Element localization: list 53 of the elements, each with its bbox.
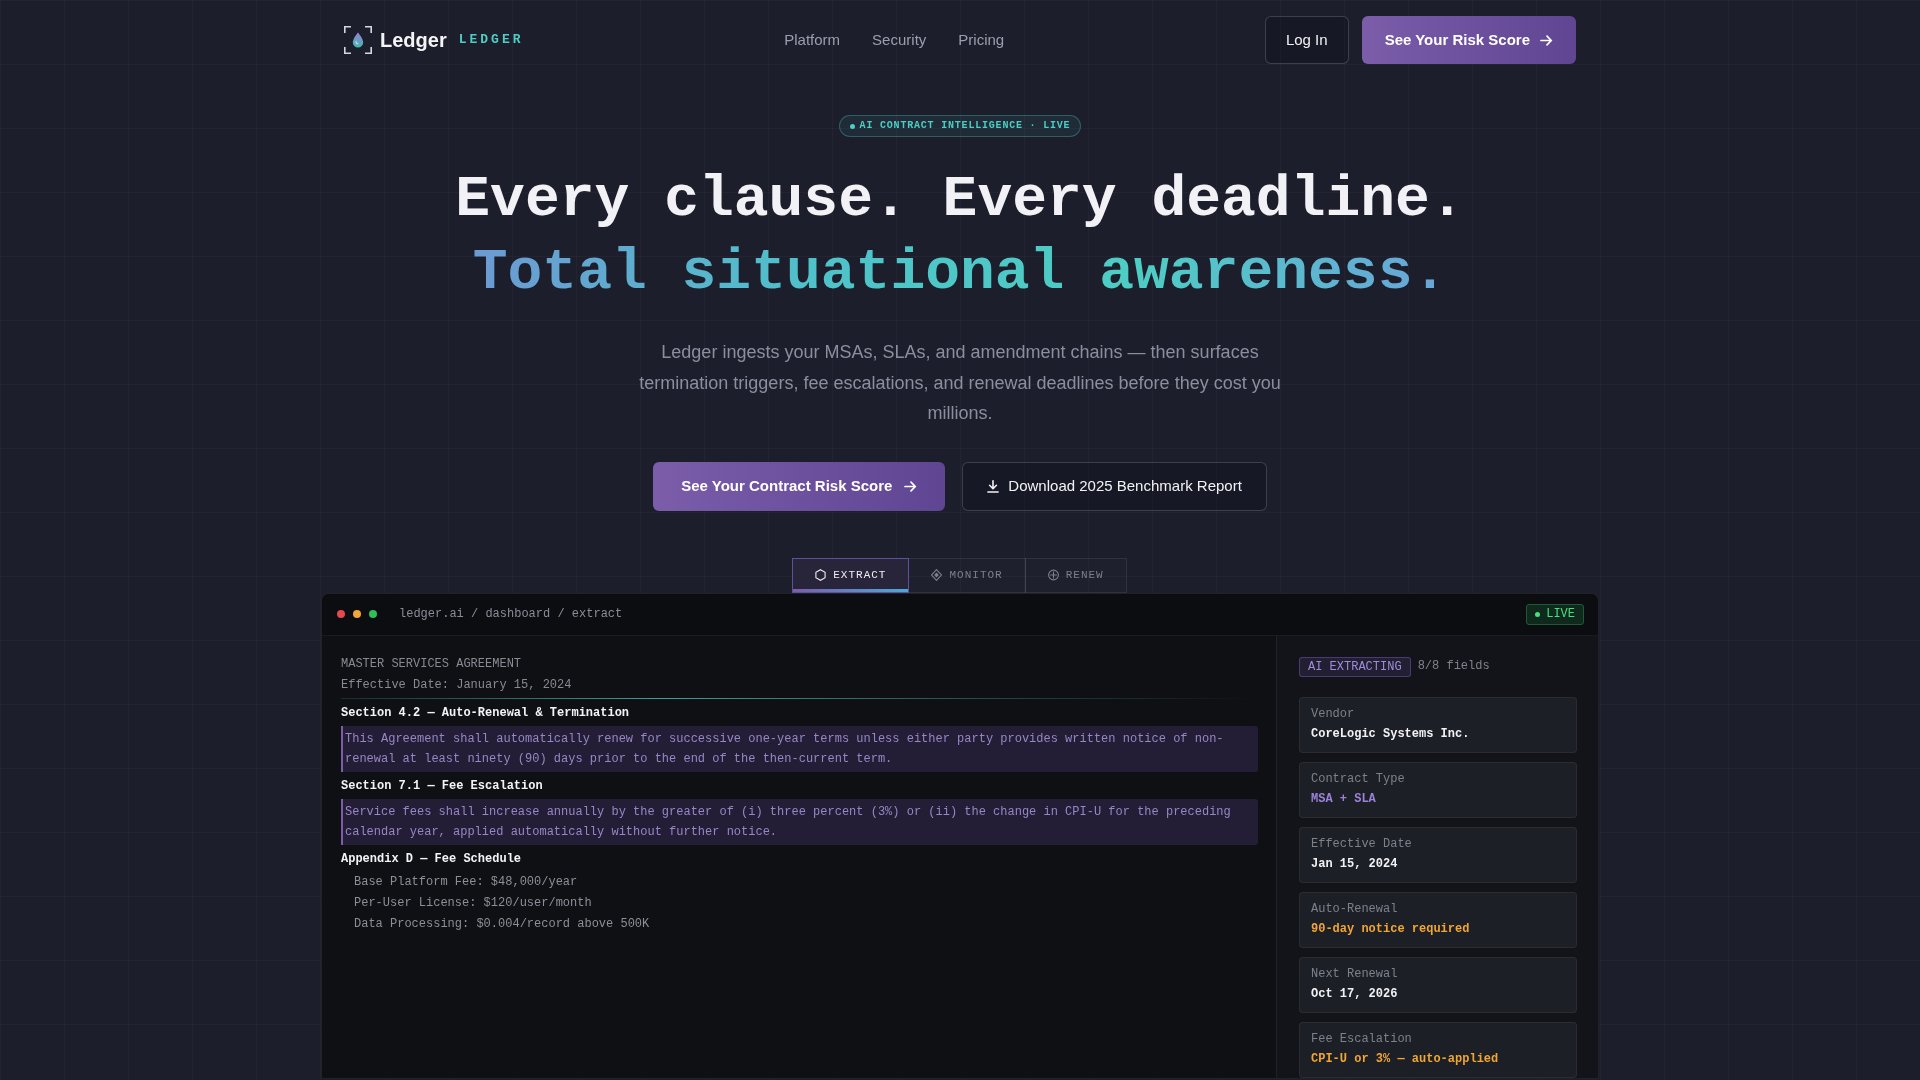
document-date: Effective Date: January 15, 2024 [341, 676, 573, 694]
document-title: MASTER SERVICES AGREEMENT [341, 655, 523, 673]
field-value: CoreLogic Systems Inc. [1311, 725, 1470, 743]
field-count: 8/8 fields [1417, 659, 1490, 675]
window-dot-icon [369, 610, 377, 619]
field-value: Jan 15, 2024 [1311, 855, 1398, 873]
view-tab[interactable]: EXTRACT [792, 557, 910, 593]
nav-link[interactable]: Platform [784, 31, 841, 49]
extraction-status: AI EXTRACTING [1299, 656, 1411, 677]
highlighted-clause: Service fees shall increase annually by the greater of (i) three percent (3%) or (ii) the change in CPI-U for the preceding calendar year, applied automatically without further notice. [341, 798, 1258, 845]
field-value: CPI-U or 3% — auto-applied [1311, 1050, 1499, 1068]
section-heading: Section 7.1 — Fee Escalation [341, 777, 544, 795]
brand-name[interactable]: Ledger [380, 28, 447, 52]
field-label: Contract Type [1311, 770, 1405, 788]
field-value: MSA + SLA [1311, 790, 1376, 808]
brand-tagline: LEDGER [458, 32, 524, 48]
announcement-text: AI CONTRACT INTELLIGENCE · LIVE [859, 120, 1071, 132]
fee-line: Base Platform Fee: $48,000/year [353, 873, 579, 891]
nav-link[interactable]: Security [872, 31, 927, 49]
fee-line: Data Processing: $0.004/record above 500K [353, 915, 651, 933]
hexagon-icon [815, 569, 827, 582]
field-label: Fee Escalation [1311, 1030, 1412, 1048]
status-dot-icon [1535, 611, 1541, 617]
risk-score-button[interactable]: See Your Risk Score [1361, 16, 1576, 64]
headline: Every clause. Every deadline. [455, 166, 1465, 234]
section-heading: Section 4.2 — Auto-Renewal & Termination [341, 704, 631, 722]
view-tab[interactable]: MONITOR [908, 557, 1026, 593]
status-dot-icon [849, 123, 855, 129]
window-dot-icon [337, 610, 345, 619]
highlighted-clause: This Agreement shall automatically renew for successive one-year terms unless either party provides written notice of non-renewal at least ninety (90) days prior to the end of the then-current term. [341, 725, 1258, 772]
field-value: 90-day notice required [1311, 920, 1470, 938]
download-report-button[interactable]: Download 2025 Benchmark Report [962, 461, 1267, 511]
window-dot-icon [353, 610, 361, 619]
droplet-logo-icon[interactable] [344, 26, 372, 54]
nav-link[interactable]: Pricing [958, 31, 1005, 49]
breadcrumb-path: ledger.ai / dashboard / extract [399, 606, 623, 622]
field-label: Vendor [1311, 705, 1355, 723]
arrow-right-icon [904, 479, 918, 493]
section-heading: Appendix D — Fee Schedule [341, 850, 523, 868]
field-label: Auto-Renewal [1311, 900, 1398, 918]
field-value: Oct 17, 2026 [1311, 985, 1398, 1003]
arrow-right-icon [1540, 33, 1553, 47]
diamond-icon [931, 569, 943, 582]
field-label: Effective Date [1311, 835, 1412, 853]
field-label: Next Renewal [1311, 965, 1398, 983]
download-icon [987, 479, 1000, 493]
login-button[interactable]: Log In [1264, 16, 1349, 64]
circle-plus-icon [1047, 569, 1059, 582]
view-tab[interactable]: RENEW [1024, 557, 1127, 593]
fee-line: Per-User License: $120/user/month [353, 894, 593, 912]
live-label: LIVE [1546, 607, 1575, 622]
risk-score-button[interactable]: See Your Contract Risk Score [653, 461, 946, 511]
hero-description: Ledger ingests your MSAs, SLAs, and amendment chains — then surfaces termination triggers, fee escalations, and renewal deadlines before they cost you millions. [638, 341, 1282, 426]
